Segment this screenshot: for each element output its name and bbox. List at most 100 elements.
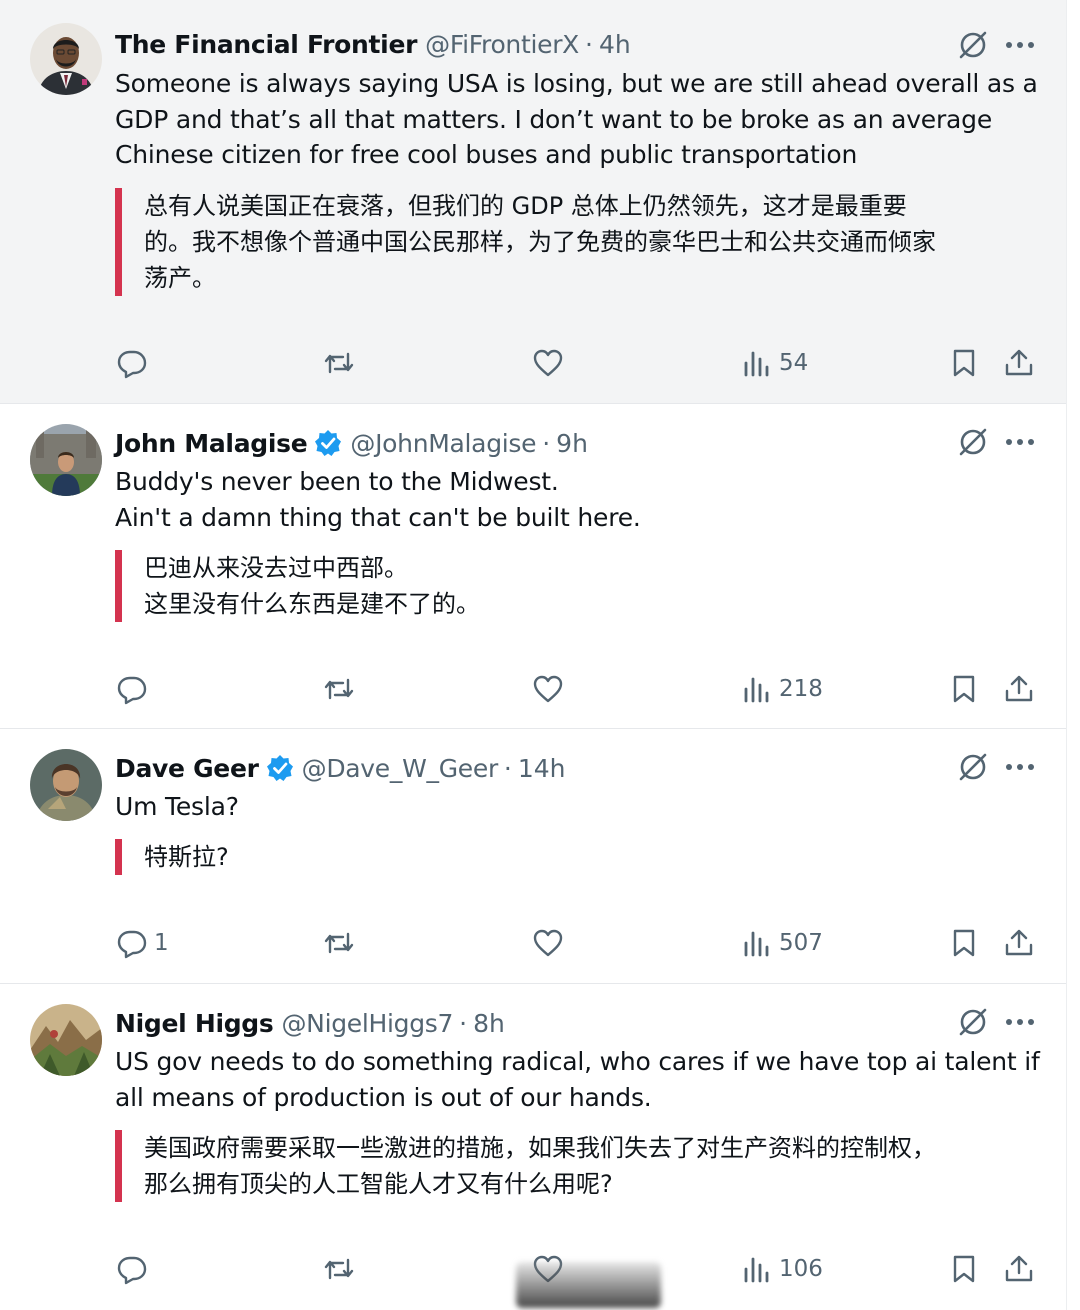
author-name[interactable]: John Malagise bbox=[115, 429, 308, 458]
tweet-text-line: Um Tesla? bbox=[115, 792, 239, 821]
reply-feed: The Financial Frontier @FiFrontierX · 4h… bbox=[0, 0, 1080, 1310]
avatar[interactable] bbox=[30, 424, 102, 496]
avatar-man-campus-icon bbox=[30, 424, 102, 496]
tweet-text-line: all means of production is out of our ha… bbox=[115, 1082, 652, 1112]
heart-icon bbox=[533, 349, 563, 377]
tweet-text-line: Ain't a damn thing that can't be built h… bbox=[115, 502, 641, 532]
timestamp[interactable]: 14h bbox=[518, 754, 566, 783]
tweet[interactable]: Dave Geer @Dave_W_Geer · 14h Um Tesla? 特… bbox=[0, 729, 1066, 984]
bookmark-icon bbox=[953, 675, 975, 703]
views-button[interactable]: 106 bbox=[741, 1249, 823, 1289]
reply-button[interactable] bbox=[116, 343, 154, 383]
share-icon bbox=[1005, 349, 1033, 376]
share-icon bbox=[1005, 929, 1033, 956]
translation-line: 美国政府需要采取一些激进的措施，如果我们失去了对生产资料的控制权， bbox=[144, 1134, 936, 1162]
action-bar: 1 507 bbox=[0, 923, 1066, 963]
reply-icon bbox=[117, 1256, 147, 1285]
views-button[interactable]: 507 bbox=[741, 923, 823, 963]
more-dots-icon[interactable] bbox=[1003, 424, 1037, 460]
views-button[interactable]: 218 bbox=[741, 669, 823, 709]
translation-line: 总有人说美国正在衰落，但我们的 GDP 总体上仍然领先，这才是最重要 bbox=[144, 192, 907, 220]
author-handle[interactable]: @JohnMalagise bbox=[350, 429, 536, 458]
retweet-button[interactable] bbox=[323, 923, 361, 963]
reply-button[interactable] bbox=[116, 1249, 154, 1289]
retweet-icon bbox=[324, 1258, 354, 1280]
share-button[interactable] bbox=[1003, 1249, 1035, 1289]
views-chart-icon bbox=[744, 1257, 769, 1283]
reply-button[interactable] bbox=[116, 669, 154, 709]
translation-line: 那么拥有顶尖的人工智能人才又有什么用呢? bbox=[144, 1170, 613, 1198]
retweet-button[interactable] bbox=[323, 1249, 361, 1289]
like-button[interactable] bbox=[532, 669, 570, 709]
translation-line: 荡产。 bbox=[144, 264, 216, 292]
tweet-text: US gov needs to do something radical, wh… bbox=[115, 1044, 1045, 1115]
tweet-text-line: Buddy's never been to the Midwest. bbox=[115, 467, 559, 496]
views-chart-icon bbox=[744, 351, 769, 377]
grok-icon[interactable] bbox=[955, 424, 991, 460]
verified-badge-icon bbox=[266, 754, 294, 782]
grok-icon[interactable] bbox=[955, 749, 991, 785]
tweet-header: The Financial Frontier @FiFrontierX · 4h bbox=[115, 24, 631, 64]
more-dots-icon[interactable] bbox=[1003, 27, 1037, 63]
bookmark-icon bbox=[953, 1255, 975, 1283]
translation-line: 特斯拉? bbox=[144, 843, 229, 871]
translation-block: 美国政府需要采取一些激进的措施，如果我们失去了对生产资料的控制权， 那么拥有顶尖… bbox=[115, 1130, 1045, 1202]
action-bar: 54 bbox=[0, 343, 1066, 383]
translation-line: 巴迪从来没去过中西部。 bbox=[144, 554, 408, 582]
view-count: 54 bbox=[779, 350, 809, 376]
tweet[interactable]: The Financial Frontier @FiFrontierX · 4h… bbox=[0, 0, 1066, 404]
share-button[interactable] bbox=[1003, 669, 1035, 709]
share-icon bbox=[1005, 1255, 1033, 1282]
reply-icon bbox=[117, 676, 147, 705]
tweet-text: Buddy's never been to the Midwest. Ain't… bbox=[115, 464, 1045, 535]
bookmark-button[interactable] bbox=[948, 343, 980, 383]
share-button[interactable] bbox=[1003, 343, 1035, 383]
retweet-button[interactable] bbox=[323, 669, 361, 709]
heart-icon bbox=[533, 929, 563, 957]
translation-block: 巴迪从来没去过中西部。 这里没有什么东西是建不了的。 bbox=[115, 550, 1045, 622]
reply-button[interactable]: 1 bbox=[116, 923, 169, 963]
views-button[interactable]: 54 bbox=[741, 343, 808, 383]
avatar[interactable] bbox=[30, 749, 102, 821]
author-name[interactable]: The Financial Frontier bbox=[115, 30, 417, 59]
separator-dot: · bbox=[503, 753, 512, 783]
author-name[interactable]: Dave Geer bbox=[115, 754, 259, 783]
author-handle[interactable]: @Dave_W_Geer bbox=[302, 754, 499, 783]
author-name[interactable]: Nigel Higgs bbox=[115, 1009, 274, 1038]
more-dots-icon[interactable] bbox=[1003, 749, 1037, 785]
bookmark-button[interactable] bbox=[948, 669, 980, 709]
author-handle[interactable]: @FiFrontierX bbox=[425, 30, 579, 59]
action-bar: 218 bbox=[0, 669, 1066, 709]
bookmark-button[interactable] bbox=[948, 923, 980, 963]
grok-icon[interactable] bbox=[955, 1004, 991, 1040]
like-button[interactable] bbox=[532, 343, 570, 383]
translation-block: 特斯拉? bbox=[115, 839, 1045, 875]
verified-badge-icon bbox=[314, 429, 342, 457]
author-handle[interactable]: @NigelHiggs7 bbox=[281, 1009, 453, 1038]
reply-icon bbox=[117, 350, 147, 379]
retweet-icon bbox=[324, 932, 354, 954]
avatar-man-suit-icon bbox=[30, 23, 102, 95]
avatar[interactable] bbox=[30, 1004, 102, 1076]
bookmark-button[interactable] bbox=[948, 1249, 980, 1289]
views-chart-icon bbox=[744, 931, 769, 957]
grok-icon[interactable] bbox=[955, 27, 991, 63]
reply-count: 1 bbox=[154, 930, 169, 956]
separator-dot: · bbox=[459, 1008, 468, 1038]
separator-dot: · bbox=[585, 29, 593, 59]
share-button[interactable] bbox=[1003, 923, 1035, 963]
more-dots-icon[interactable] bbox=[1003, 1004, 1037, 1040]
like-button[interactable] bbox=[532, 923, 570, 963]
timestamp[interactable]: 8h bbox=[473, 1009, 505, 1038]
retweet-icon bbox=[324, 678, 354, 700]
separator-dot: · bbox=[542, 428, 551, 458]
avatar-landscape-icon bbox=[30, 1004, 102, 1076]
timestamp[interactable]: 9h bbox=[556, 429, 588, 458]
tweet-text: Um Tesla? bbox=[115, 789, 1045, 825]
reply-icon bbox=[117, 930, 147, 959]
timestamp[interactable]: 4h bbox=[599, 30, 631, 59]
tweet-header: John Malagise @JohnMalagise · 9h bbox=[115, 423, 588, 463]
retweet-button[interactable] bbox=[323, 343, 361, 383]
avatar[interactable] bbox=[30, 23, 102, 95]
tweet[interactable]: John Malagise @JohnMalagise · 9h Buddy's… bbox=[0, 404, 1066, 729]
